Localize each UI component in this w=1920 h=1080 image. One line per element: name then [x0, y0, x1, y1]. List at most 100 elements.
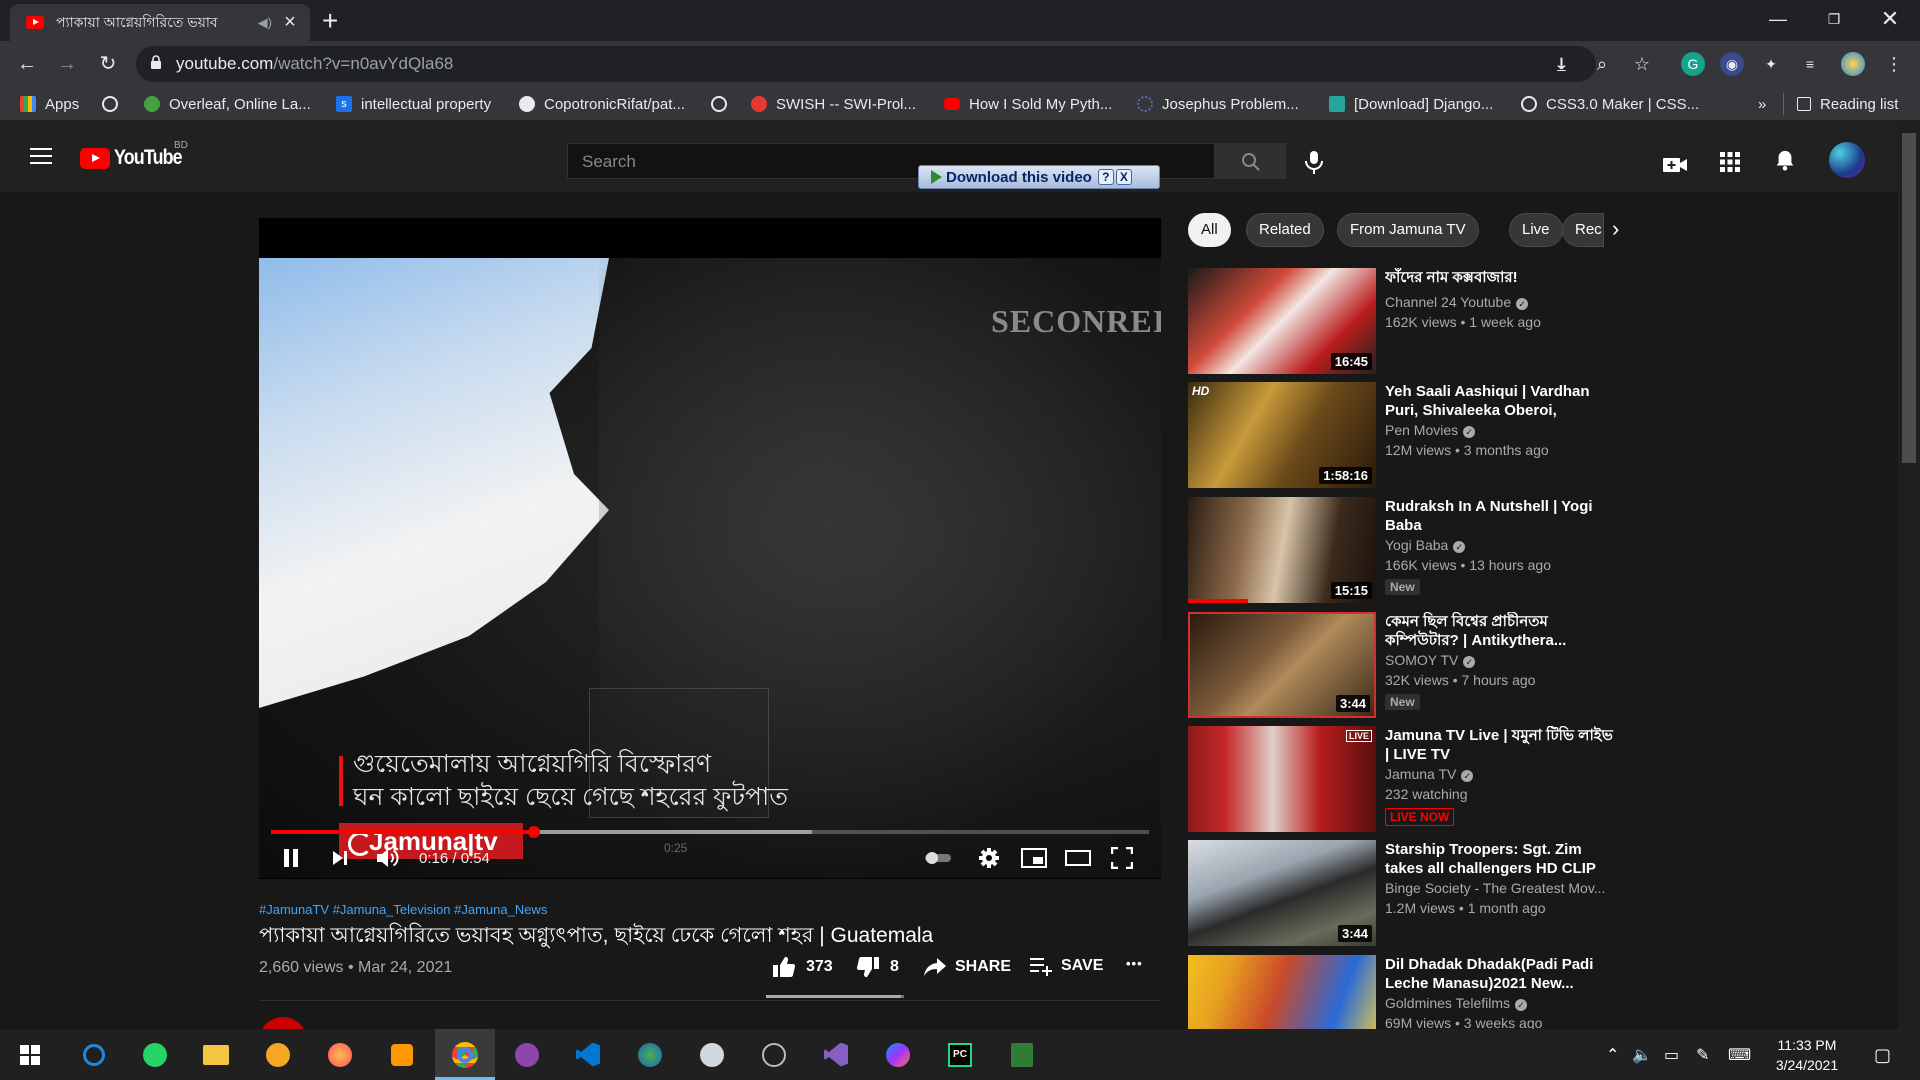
recommendation-channel[interactable]: Yogi Baba ✓ [1385, 537, 1615, 553]
recommendation-item[interactable]: LIVE Jamuna TV Live | যমুনা টিভি লাইভ | … [1188, 726, 1618, 834]
address-bar[interactable]: youtube.com/watch?v=n0avYdQla68 ⤓ [136, 46, 1596, 82]
scrollbar-thumb[interactable] [1902, 133, 1916, 463]
video-thumbnail[interactable]: 3:44 [1188, 840, 1376, 946]
taskbar-clock[interactable]: 11:33 PM 3/24/2021 [1762, 1035, 1852, 1075]
zoom-icon[interactable]: ⌕ [1590, 54, 1614, 75]
github-desktop-icon[interactable] [497, 1029, 557, 1080]
recommendation-channel[interactable]: SOMOY TV ✓ [1385, 652, 1615, 668]
satellite-app-icon[interactable] [744, 1029, 804, 1080]
like-button[interactable]: 373 [772, 956, 833, 978]
media-controls-icon[interactable]: ≡ [1798, 52, 1822, 76]
page-scrollbar[interactable] [1898, 121, 1920, 1029]
bookmark-youtube[interactable]: How I Sold My Pyth... [944, 94, 1112, 114]
dislike-button[interactable]: 8 [856, 956, 899, 978]
more-actions-button[interactable]: ••• [1126, 956, 1143, 971]
recommendation-item[interactable]: 16:45 ফাঁদের নাম কক্সবাজার! Channel 24 Y… [1188, 268, 1618, 376]
restore-button[interactable]: ❐ [1806, 0, 1862, 38]
video-thumbnail[interactable] [1188, 955, 1376, 1029]
bookmark-globe[interactable] [102, 94, 127, 114]
network-icon[interactable]: ▭ [1664, 1045, 1679, 1065]
share-button[interactable]: SHARE [923, 956, 1011, 978]
theater-mode-button[interactable] [1064, 843, 1092, 873]
pause-button[interactable] [281, 843, 301, 873]
google-earth-icon[interactable] [620, 1029, 680, 1080]
bookmark-css-maker[interactable]: CSS3.0 Maker | CSS... [1521, 94, 1699, 114]
chevron-right-icon[interactable]: › [1612, 216, 1619, 242]
bookmark-josephus[interactable]: Josephus Problem... [1137, 94, 1299, 114]
download-video-button[interactable]: Download this video ? X [918, 165, 1160, 189]
search-button[interactable] [1215, 143, 1286, 179]
close-window-button[interactable]: ✕ [1862, 0, 1918, 38]
bookmark-star-icon[interactable]: ☆ [1630, 54, 1654, 75]
volume-button[interactable] [375, 843, 401, 873]
messenger-icon[interactable] [868, 1029, 928, 1080]
bookmark-intellectual-property[interactable]: s intellectual property [336, 94, 491, 114]
video-thumbnail[interactable]: LIVE [1188, 726, 1376, 832]
video-thumbnail[interactable]: 3:44 [1188, 612, 1376, 718]
microphone-icon[interactable] [1302, 149, 1326, 175]
create-video-icon[interactable] [1662, 154, 1688, 176]
download-page-icon[interactable]: ⤓ [1550, 54, 1574, 75]
profile-avatar[interactable] [1841, 52, 1865, 76]
grammarly-extension-icon[interactable]: G [1681, 52, 1705, 76]
show-hidden-icons-icon[interactable]: ⌃ [1606, 1045, 1619, 1065]
download-help-button[interactable]: ? [1097, 169, 1114, 185]
reload-icon[interactable]: ↻ [94, 50, 122, 78]
account-avatar[interactable] [1829, 142, 1865, 178]
apps-icon[interactable] [1717, 151, 1743, 173]
recommendation-item[interactable]: 3:44 Starship Troopers: Sgt. Zim takes a… [1188, 840, 1618, 948]
save-button[interactable]: SAVE [1029, 956, 1103, 976]
whatsapp-icon[interactable] [125, 1029, 185, 1080]
extension-icon[interactable]: ◉ [1720, 52, 1744, 76]
progress-bar[interactable] [271, 826, 1149, 838]
app-icon[interactable] [682, 1029, 742, 1080]
bookmark-github[interactable]: CopotronicRifat/pat... [519, 94, 685, 114]
app-orange-icon[interactable] [372, 1029, 432, 1080]
miniplayer-button[interactable] [1020, 843, 1048, 873]
firefox-icon[interactable] [310, 1029, 370, 1080]
forward-icon[interactable]: → [53, 50, 81, 78]
chip-live[interactable]: Live [1509, 213, 1563, 247]
file-explorer-icon[interactable] [186, 1029, 246, 1080]
recommendation-channel[interactable]: Jamuna TV ✓ [1385, 766, 1615, 782]
chip-recent[interactable]: Rec [1562, 213, 1604, 247]
volume-tray-icon[interactable]: 🔈 [1632, 1045, 1652, 1065]
fullscreen-button[interactable] [1109, 843, 1135, 873]
recommendation-item[interactable]: Dil Dhadak Dhadak(Padi Padi Leche Manasu… [1188, 955, 1618, 1029]
recommendation-item[interactable]: 15:15 Rudraksh In A Nutshell | Yogi Baba… [1188, 497, 1618, 605]
recommendation-title[interactable]: Dil Dhadak Dhadak(Padi Padi Leche Manasu… [1385, 955, 1615, 993]
recommendation-title[interactable]: ফাঁদের নাম কক্সবাজার! [1385, 268, 1615, 287]
recommendation-title[interactable]: Rudraksh In A Nutshell | Yogi Baba [1385, 497, 1615, 535]
recommendation-title[interactable]: Yeh Saali Aashiqui | Vardhan Puri, Shiva… [1385, 382, 1615, 420]
recommendation-item[interactable]: HD 1:58:16 Yeh Saali Aashiqui | Vardhan … [1188, 382, 1618, 490]
youtube-logo[interactable]: YouTube BD [80, 140, 194, 170]
keyboard-icon[interactable]: ⌨ [1728, 1045, 1751, 1065]
recommendation-channel[interactable]: Pen Movies ✓ [1385, 422, 1615, 438]
video-thumbnail[interactable]: 15:15 [1188, 497, 1376, 603]
recommendation-title[interactable]: Jamuna TV Live | যমুনা টিভি লাইভ | LIVE … [1385, 726, 1615, 764]
video-frame[interactable]: SECONREI 0:25 গুয়েতেমালায় আগ্নেয়গিরি … [259, 258, 1161, 878]
new-tab-button[interactable]: + [322, 6, 338, 36]
tab-audio-icon[interactable]: ◀) [258, 15, 272, 31]
pen-icon[interactable]: ✎ [1696, 1045, 1709, 1065]
video-player[interactable]: SECONREI 0:25 গুয়েতেমালায় আগ্নেয়গিরি … [259, 218, 1161, 879]
recommendation-title[interactable]: Starship Troopers: Sgt. Zim takes all ch… [1385, 840, 1615, 878]
recommendation-channel[interactable]: Channel 24 Youtube ✓ [1385, 294, 1615, 310]
chip-related[interactable]: Related [1246, 213, 1324, 247]
bookmark-swish[interactable]: SWISH -- SWI-Prol... [751, 94, 916, 114]
tab-close-icon[interactable]: × [280, 11, 300, 34]
back-icon[interactable]: ← [13, 50, 41, 78]
minimize-button[interactable]: — [1750, 0, 1806, 38]
settings-button[interactable] [976, 843, 1002, 873]
tor-browser-icon[interactable] [248, 1029, 308, 1080]
chrome-icon[interactable] [435, 1029, 495, 1080]
browser-tab[interactable]: প্যাকায়া আগ্নেয়গিরিতে ভয়াব ◀) × [10, 4, 310, 41]
notifications-bell-icon[interactable] [1772, 149, 1798, 171]
chip-from-jamuna-tv[interactable]: From Jamuna TV [1337, 213, 1479, 247]
chip-all[interactable]: All [1188, 213, 1231, 247]
spreadsheet-app-icon[interactable] [992, 1029, 1052, 1080]
video-thumbnail[interactable]: HD 1:58:16 [1188, 382, 1376, 488]
download-close-button[interactable]: X [1115, 169, 1132, 185]
search-taskbar-icon[interactable] [64, 1029, 124, 1080]
bookmark-django[interactable]: [Download] Django... [1329, 94, 1493, 114]
